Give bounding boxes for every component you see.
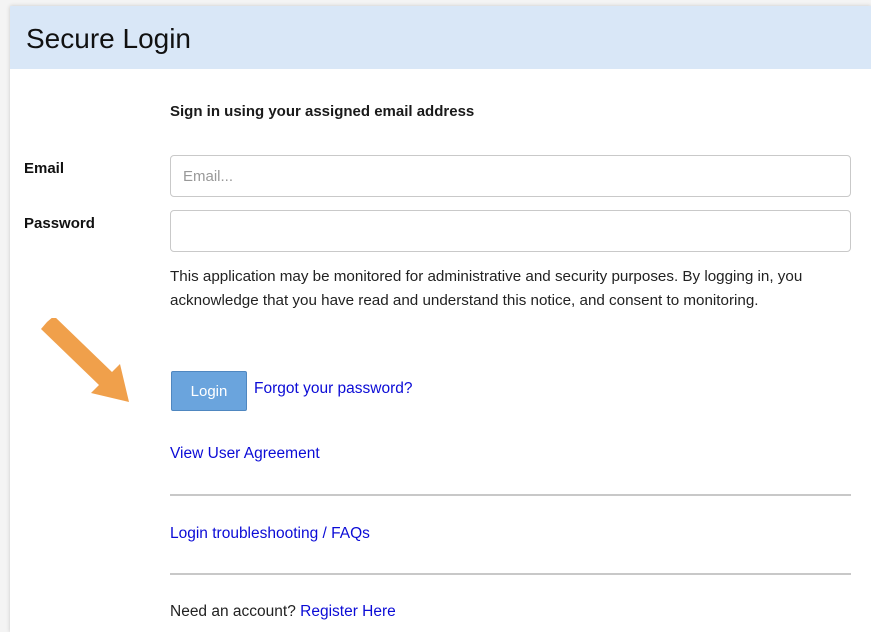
password-field[interactable] bbox=[170, 210, 851, 252]
page-header: Secure Login bbox=[10, 6, 871, 69]
divider bbox=[170, 573, 851, 575]
page-title: Secure Login bbox=[26, 22, 192, 54]
need-account-text: Need an account? bbox=[170, 603, 296, 620]
forgot-password-link[interactable]: Forgot your password? bbox=[254, 380, 413, 398]
login-button[interactable]: Login bbox=[171, 371, 247, 411]
login-panel: Secure Login Sign in using your assigned… bbox=[10, 6, 871, 632]
sign-in-instruction: Sign in using your assigned email addres… bbox=[170, 103, 475, 120]
monitoring-notice: This application may be monitored for ad… bbox=[170, 268, 803, 309]
divider bbox=[170, 494, 851, 496]
login-troubleshooting-link[interactable]: Login troubleshooting / FAQs bbox=[170, 525, 370, 543]
email-label: Email bbox=[24, 160, 65, 177]
password-label: Password bbox=[24, 215, 95, 232]
arrow-pointer-icon bbox=[41, 318, 129, 402]
login-form: Sign in using your assigned email addres… bbox=[10, 69, 871, 632]
need-account-line: Need an account? Register Here bbox=[170, 603, 396, 621]
view-user-agreement-link[interactable]: View User Agreement bbox=[170, 445, 320, 463]
email-field[interactable] bbox=[170, 155, 851, 197]
register-link[interactable]: Register Here bbox=[300, 603, 396, 620]
